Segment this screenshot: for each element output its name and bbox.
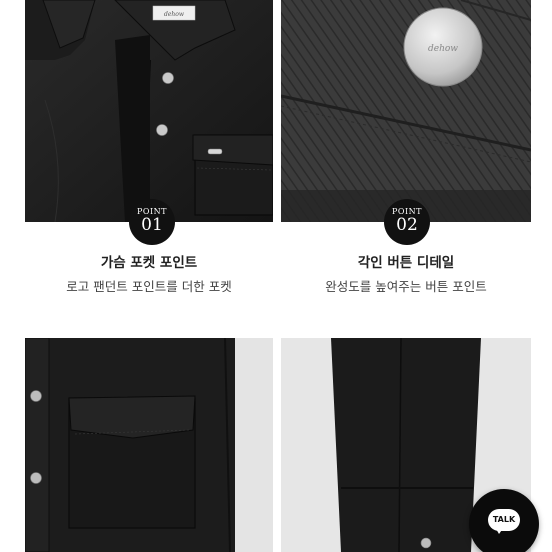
point-badge-02: POINT 02 bbox=[384, 199, 430, 245]
flap-pocket-illustration bbox=[25, 338, 273, 552]
chat-bubble-tail-icon bbox=[495, 527, 504, 534]
photo-button-detail: dehow bbox=[281, 0, 531, 222]
badge-number: 02 bbox=[396, 215, 418, 235]
talk-chat-button[interactable]: TALK bbox=[469, 489, 539, 552]
engraved-logo: dehow bbox=[428, 44, 458, 54]
talk-label: TALK bbox=[488, 509, 520, 531]
detail-description-1: 로고 팬던트 포인트를 더한 포켓 bbox=[66, 279, 232, 294]
photo-chest-pocket: dehow bbox=[25, 0, 273, 222]
detail-description-2: 완성도를 높여주는 버튼 포인트 bbox=[325, 279, 487, 294]
badge-number: 01 bbox=[141, 215, 163, 235]
detail-title-1: 가슴 포켓 포인트 bbox=[100, 255, 198, 271]
label-logo: dehow bbox=[164, 11, 185, 18]
button-closeup-illustration: dehow bbox=[281, 0, 531, 222]
point-badge-01: POINT 01 bbox=[129, 199, 175, 245]
jacket-front-illustration: dehow bbox=[25, 0, 273, 222]
photo-flap-pocket bbox=[25, 338, 273, 552]
detail-title-2: 각인 버튼 디테일 bbox=[357, 255, 455, 271]
